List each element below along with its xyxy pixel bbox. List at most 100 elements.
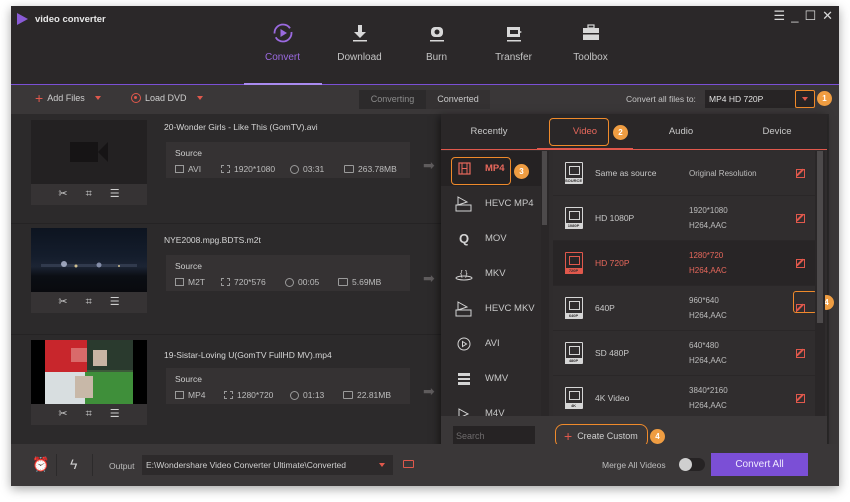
preset-list: SOURCE Same as source Original Resolutio… <box>553 151 815 416</box>
format-item-wmv[interactable]: WMV <box>441 361 541 396</box>
chevron-down-icon <box>802 97 808 101</box>
preset-item-selected[interactable]: 720P HD 720P 1280*720 H264,AAC <box>553 241 815 286</box>
edit-icon[interactable] <box>796 258 805 268</box>
file-row[interactable]: ✂ ⌗ ☰ 19-Sistar-Loving U(GomTV FullHD MV… <box>11 336 446 446</box>
scissors-icon[interactable]: ✂ <box>58 409 67 420</box>
divider <box>92 454 93 476</box>
file-thumbnail[interactable]: ✂ ⌗ ☰ <box>31 120 147 205</box>
thumbnail-tools: ✂ ⌗ ☰ <box>31 184 147 205</box>
file-list-scrollbar[interactable] <box>829 114 839 444</box>
format-search-input[interactable] <box>453 426 535 445</box>
crop-icon[interactable]: ⌗ <box>86 409 92 420</box>
hevc-icon <box>453 195 475 212</box>
crop-icon[interactable]: ⌗ <box>86 297 92 308</box>
lightning-icon[interactable]: ϟ <box>70 457 77 471</box>
format-item-m4v[interactable]: M4V <box>441 396 541 416</box>
preset-item[interactable]: 640P 640P 960*640 H264,AAC <box>553 286 815 331</box>
preset-list-scrollbar[interactable] <box>815 151 825 416</box>
edit-icon[interactable] <box>796 348 805 358</box>
hevc-icon <box>453 300 475 317</box>
dvd-icon <box>131 93 141 103</box>
convert-all-button[interactable]: Convert All <box>711 453 808 476</box>
clock-icon <box>290 390 299 400</box>
source-info: Source AVI 1920*1080 03:31 263.78MB <box>166 142 410 178</box>
nav-download[interactable]: Download <box>321 20 398 76</box>
nav-toolbox-label: Toolbox <box>573 52 608 63</box>
thumbnail-tools: ✂ ⌗ ☰ <box>31 292 147 313</box>
effects-icon[interactable]: ☰ <box>110 409 120 420</box>
close-button[interactable]: ✕ <box>822 8 833 24</box>
scissors-icon[interactable]: ✂ <box>58 189 67 200</box>
source-info: Source M2T 720*576 00:05 5.69MB <box>166 255 410 291</box>
file-row[interactable]: ✂ ⌗ ☰ NYE2008.mpg.BDTS.m2t Source M2T 72… <box>11 225 446 335</box>
file-duration: 03:31 <box>290 164 324 174</box>
video-camera-icon <box>70 142 108 162</box>
add-files-button[interactable]: + Add Files <box>35 91 101 105</box>
file-thumbnail[interactable]: ✂ ⌗ ☰ <box>31 228 147 313</box>
effects-icon[interactable]: ☰ <box>110 189 120 200</box>
file-duration: 01:13 <box>290 390 324 400</box>
highlight-box <box>549 118 609 146</box>
tab-device[interactable]: Device <box>729 114 825 150</box>
menu-icon[interactable]: ☰ <box>774 8 786 24</box>
file-format: AVI <box>175 164 201 174</box>
file-thumbnail[interactable]: ✂ ⌗ ☰ <box>31 340 147 425</box>
nav-download-label: Download <box>337 52 382 63</box>
maximize-button[interactable]: ☐ <box>804 8 816 24</box>
target-format-dropdown-button[interactable] <box>795 90 815 108</box>
format-item-hevc-mkv[interactable]: HEVC MKV <box>441 291 541 326</box>
chevron-down-icon[interactable] <box>94 96 101 100</box>
tab-converted[interactable]: Converted <box>426 90 490 109</box>
scrollbar-thumb[interactable] <box>542 151 547 225</box>
file-row[interactable]: ✂ ⌗ ☰ 20-Wonder Girls - Like This (GomTV… <box>11 114 446 224</box>
effects-icon[interactable]: ☰ <box>110 297 120 308</box>
preset-item[interactable]: 4K 4K Video 3840*2160 H264,AAC <box>553 376 815 416</box>
tab-converting[interactable]: Converting <box>359 90 426 109</box>
source-label: Source <box>175 261 202 271</box>
nav-burn[interactable]: Burn <box>398 20 475 76</box>
file-name: 20-Wonder Girls - Like This (GomTV).avi <box>164 122 318 132</box>
scrollbar-thumb[interactable] <box>817 151 823 323</box>
alarm-clock-icon[interactable]: ⏰ <box>32 457 49 471</box>
load-dvd-button[interactable]: Load DVD <box>131 93 203 103</box>
open-folder-icon[interactable] <box>403 460 414 468</box>
preset-item[interactable]: 480P SD 480P 640*480 H264,AAC <box>553 331 815 376</box>
highlight-box <box>793 291 817 313</box>
title-bar: video converter ☰ _ ☐ ✕ Convert Download <box>11 6 839 84</box>
output-path-select[interactable]: E:\Wondershare Video Converter Ultimate\… <box>142 455 393 475</box>
format-list-scrollbar[interactable] <box>541 151 549 416</box>
source-info: Source MP4 1280*720 01:13 22.81MB <box>166 368 410 404</box>
folder-icon <box>338 278 348 286</box>
edit-icon[interactable] <box>796 168 805 178</box>
tab-audio[interactable]: Audio <box>633 114 729 150</box>
clock-icon <box>290 164 299 174</box>
output-label: Output <box>109 461 135 471</box>
preset-item[interactable]: SOURCE Same as source Original Resolutio… <box>553 151 815 196</box>
nav-toolbox[interactable]: Toolbox <box>552 20 629 76</box>
edit-icon[interactable] <box>796 213 805 223</box>
merge-all-toggle[interactable] <box>679 458 705 471</box>
nav-convert[interactable]: Convert <box>244 20 321 76</box>
tab-recently[interactable]: Recently <box>441 114 537 150</box>
edit-icon[interactable] <box>796 393 805 403</box>
chevron-down-icon[interactable] <box>196 96 203 100</box>
convert-icon <box>244 20 321 46</box>
crop-icon[interactable]: ⌗ <box>86 189 92 200</box>
file-size: 263.78MB <box>344 164 397 174</box>
format-item-avi[interactable]: AVI <box>441 326 541 361</box>
arrow-right-icon: ➡ <box>423 270 435 286</box>
arrow-right-icon: ➡ <box>423 383 435 399</box>
minimize-button[interactable]: _ <box>791 8 798 24</box>
scissors-icon[interactable]: ✂ <box>58 297 67 308</box>
format-item-mov[interactable]: Q MOV <box>441 221 541 256</box>
file-format: M2T <box>175 277 205 287</box>
file-resolution: 720*576 <box>221 277 266 287</box>
preset-file-icon: 1080P <box>565 207 583 229</box>
target-format-select[interactable]: MP4 HD 720P <box>705 90 795 108</box>
format-item-hevc-mp4[interactable]: HEVC MP4 <box>441 186 541 221</box>
nav-transfer[interactable]: Transfer <box>475 20 552 76</box>
format-item-mkv[interactable]: { } MKV <box>441 256 541 291</box>
preset-item[interactable]: 1080P HD 1080P 1920*1080 H264,AAC <box>553 196 815 241</box>
nav-convert-label: Convert <box>264 52 300 63</box>
step-badge: 2 <box>613 125 628 140</box>
